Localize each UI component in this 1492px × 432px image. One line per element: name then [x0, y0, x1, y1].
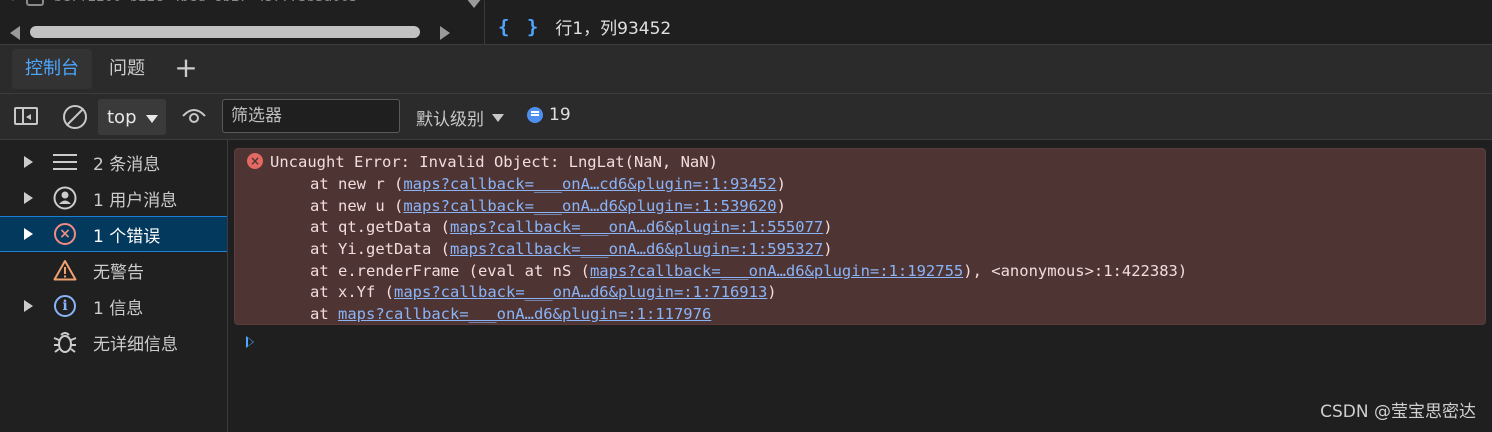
stack-frame-suffix: ) [776, 197, 786, 215]
stack-frame-suffix: ) [776, 175, 786, 193]
sidebar-item-user-messages[interactable]: 1 用户消息 [0, 180, 227, 216]
sidebar-item-label: 1 用户消息 [93, 190, 178, 211]
console-sidebar: 2 条消息 1 用户消息 × 1 个错误 无警告 i 1 信息 无详细信息 [0, 140, 228, 432]
error-icon: × [247, 153, 263, 169]
chevron-down-icon [146, 115, 158, 123]
sidebar-item-label: 1 信息 [93, 298, 144, 319]
message-bubble-icon [527, 107, 543, 123]
file-tree-row-label: be7f2200-b22e-4bed-8b27-457773b3a003 [54, 0, 357, 5]
source-link[interactable]: maps?callback=___onA…d6&plugin=:1:716913 [394, 283, 767, 301]
sidebar-item-label: 无警告 [93, 262, 144, 283]
stack-frame-suffix: ) [767, 283, 777, 301]
scrollbar-thumb[interactable] [30, 26, 420, 38]
cursor-position: 行1，列93452 [555, 19, 672, 39]
drawer-tab-bar: 控制台 问题 + [0, 44, 1492, 94]
stack-frame: at new r (maps?callback=___onA…cd6&plugi… [270, 173, 786, 195]
watermark: CSDN @莹宝思密达 [1320, 402, 1476, 422]
stack-frame: at maps?callback=___onA…d6&plugin=:1:117… [270, 303, 711, 325]
error-icon: × [52, 221, 78, 247]
sidebar-item-label: 无详细信息 [93, 334, 178, 355]
clear-console-icon[interactable] [63, 105, 87, 129]
sidebar-toggle-icon[interactable] [14, 107, 38, 125]
sources-panel-strip: be7f2200-b22e-4bed-8b27-457773b3a003 { }… [0, 0, 1492, 44]
stack-frame-prefix: at x.Yf ( [310, 283, 394, 301]
context-selector[interactable]: top [98, 99, 166, 135]
issues-count: 19 [549, 105, 571, 125]
stack-frame-suffix: ), <anonymous>:1:422383) [963, 262, 1188, 280]
source-link[interactable]: maps?callback=___onA…d6&plugin=:1:555077 [450, 218, 823, 236]
stack-frame: at Yi.getData (maps?callback=___onA…d6&p… [270, 238, 833, 260]
source-link[interactable]: maps?callback=___onA…d6&plugin=:1:192755 [590, 262, 963, 280]
filter-input[interactable] [222, 99, 400, 133]
console-toolbar: top 默认级别 19 [0, 94, 1492, 140]
expand-arrow-icon[interactable] [8, 0, 18, 1]
stack-frame-prefix: at Yi.getData ( [310, 240, 450, 258]
source-link[interactable]: maps?callback=___onA…d6&plugin=:1:539620 [403, 197, 776, 215]
sidebar-item-verbose[interactable]: 无详细信息 [0, 324, 227, 360]
list-icon [52, 149, 78, 175]
editor-status: { } 行1，列93452 [498, 14, 672, 40]
stack-frame-prefix: at e.renderFrame (eval at nS ( [310, 262, 590, 280]
info-icon: i [52, 293, 78, 319]
expand-arrow-icon[interactable] [24, 192, 33, 204]
scroll-left-icon[interactable] [10, 26, 20, 40]
issues-counter[interactable]: 19 [527, 105, 571, 125]
warning-icon [52, 257, 78, 283]
stack-frame-prefix: at [310, 305, 338, 323]
sidebar-item-messages[interactable]: 2 条消息 [0, 144, 227, 180]
chevron-down-icon [492, 113, 504, 122]
error-message[interactable]: × Uncaught Error: Invalid Object: LngLat… [234, 148, 1486, 325]
stack-frame-prefix: at new u ( [310, 197, 404, 215]
console-prompt-inner [248, 338, 253, 346]
divider [484, 0, 485, 44]
source-link[interactable]: maps?callback=___onA…cd6&plugin=:1:93452 [403, 175, 776, 193]
stack-frame-suffix: ) [823, 218, 833, 236]
log-levels-label: 默认级别 [416, 110, 484, 130]
stack-frame: at new u (maps?callback=___onA…d6&plugin… [270, 195, 786, 217]
file-tree-row[interactable]: be7f2200-b22e-4bed-8b27-457773b3a003 [8, 0, 357, 12]
tab-issues[interactable]: 问题 [96, 49, 158, 89]
source-link[interactable]: maps?callback=___onA…d6&plugin=:1:595327 [450, 240, 823, 258]
expand-arrow-icon[interactable] [24, 300, 33, 312]
file-icon [26, 0, 44, 6]
expand-arrow-icon[interactable] [24, 156, 33, 168]
stack-frame-prefix: at new r ( [310, 175, 404, 193]
tab-console[interactable]: 控制台 [12, 49, 92, 89]
console-output: × Uncaught Error: Invalid Object: LngLat… [228, 140, 1492, 432]
error-text: Uncaught Error: Invalid Object: LngLat(N… [270, 153, 718, 171]
dropdown-arrow-icon[interactable] [466, 0, 482, 8]
stack-frame: at x.Yf (maps?callback=___onA…d6&plugin=… [270, 281, 777, 303]
stack-frame-suffix: ) [823, 240, 833, 258]
user-icon [52, 185, 78, 211]
sidebar-item-label: 1 个错误 [93, 226, 161, 247]
stack-frame: at qt.getData (maps?callback=___onA…d6&p… [270, 216, 833, 238]
file-tree: be7f2200-b22e-4bed-8b27-457773b3a003 [0, 0, 462, 44]
sidebar-item-errors[interactable]: × 1 个错误 [0, 216, 227, 252]
sidebar-item-label: 2 条消息 [93, 154, 161, 175]
stack-frame: at e.renderFrame (eval at nS (maps?callb… [270, 260, 1187, 282]
live-expression-eye-icon[interactable] [181, 107, 207, 125]
source-link[interactable]: maps?callback=___onA…d6&plugin=:1:117976 [338, 305, 711, 323]
sidebar-item-warnings[interactable]: 无警告 [0, 252, 227, 288]
pretty-print-button[interactable]: { } [498, 16, 541, 38]
bug-icon [52, 329, 78, 355]
context-value: top [107, 107, 137, 128]
add-tab-button[interactable]: + [172, 53, 200, 85]
expand-arrow-icon[interactable] [24, 228, 33, 240]
sidebar-item-info[interactable]: i 1 信息 [0, 288, 227, 324]
horizontal-scrollbar[interactable] [0, 22, 462, 42]
scroll-right-icon[interactable] [440, 26, 450, 40]
log-levels-dropdown[interactable]: 默认级别 [416, 105, 504, 130]
stack-frame-prefix: at qt.getData ( [310, 218, 450, 236]
